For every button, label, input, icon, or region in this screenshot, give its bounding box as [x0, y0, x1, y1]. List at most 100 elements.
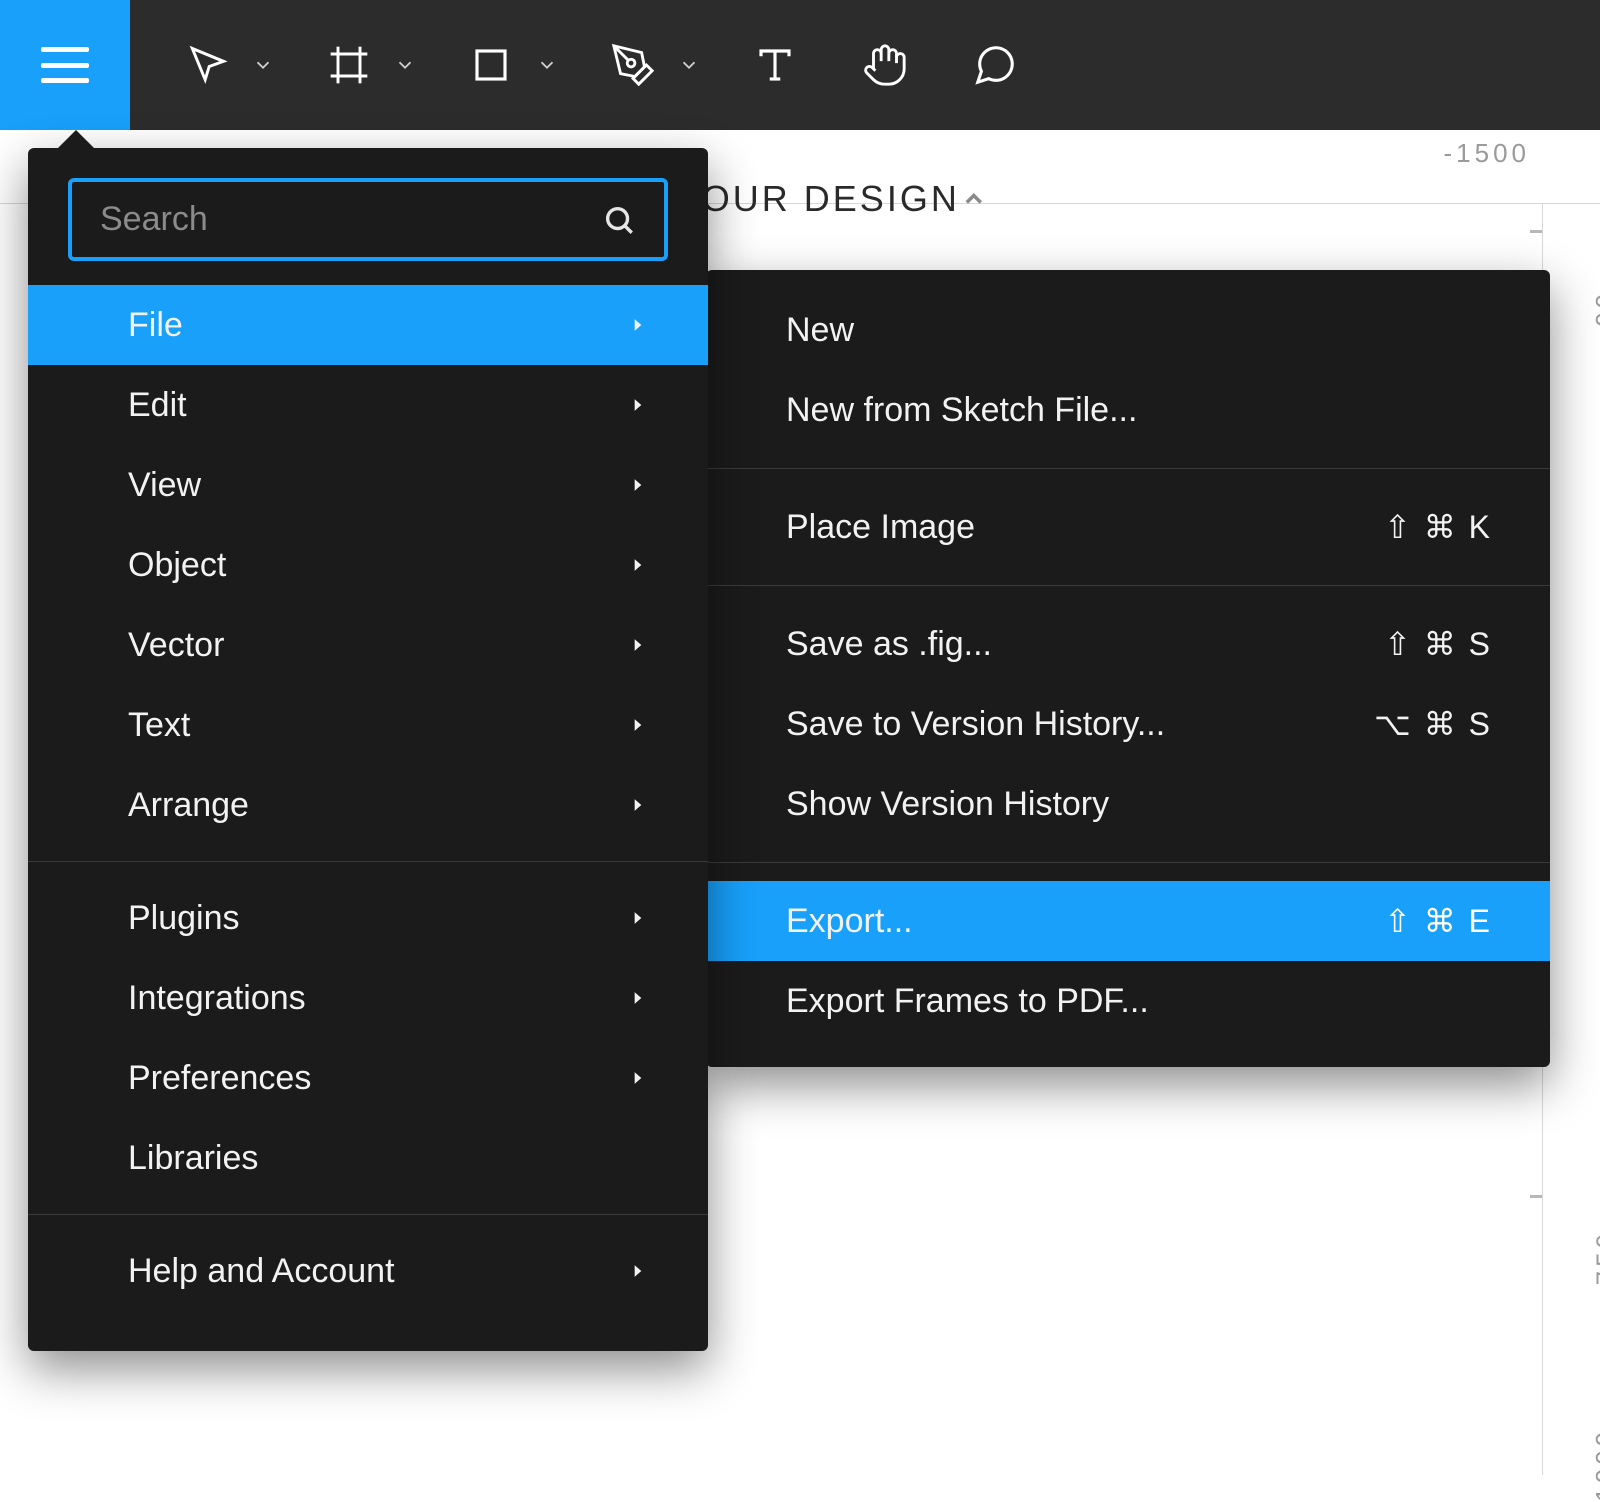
- menu-item-help[interactable]: Help and Account: [28, 1231, 708, 1311]
- text-tool-button[interactable]: [740, 30, 810, 100]
- submenu-separator: [706, 585, 1550, 586]
- chevron-right-icon: [628, 635, 648, 655]
- chevron-down-icon[interactable]: [536, 54, 558, 76]
- submenu-item-export[interactable]: Export... ⇧ ⌘ E: [706, 881, 1550, 961]
- move-tool-button[interactable]: [172, 30, 242, 100]
- submenu-item-label: Export Frames to PDF...: [786, 982, 1149, 1021]
- menu-item-libraries[interactable]: Libraries: [28, 1118, 708, 1198]
- chevron-right-icon: [628, 555, 648, 575]
- menu-item-file[interactable]: File: [28, 285, 708, 365]
- ruler-tick: [1530, 1195, 1542, 1198]
- chevron-down-icon[interactable]: [678, 54, 700, 76]
- shortcut: ⇧ ⌘ E: [1384, 902, 1492, 940]
- submenu-item-show-version-history[interactable]: Show Version History: [706, 764, 1550, 844]
- search-input[interactable]: [100, 200, 602, 239]
- menu-item-label: Help and Account: [128, 1252, 395, 1291]
- submenu-item-label: Export...: [786, 902, 913, 941]
- frame-icon: [327, 43, 371, 87]
- submenu-item-label: New from Sketch File...: [786, 391, 1137, 430]
- chevron-right-icon: [628, 1261, 648, 1281]
- menu-item-label: View: [128, 466, 201, 505]
- text-icon: [754, 44, 796, 86]
- tool-shape-group: [456, 30, 558, 100]
- menu-item-label: File: [128, 306, 183, 345]
- submenu-item-place-image[interactable]: Place Image ⇧ ⌘ K: [706, 487, 1550, 567]
- pen-tool-button[interactable]: [598, 30, 668, 100]
- tool-comment-group: [960, 30, 1030, 100]
- cursor-icon: [185, 43, 229, 87]
- submenu-item-label: Place Image: [786, 508, 975, 547]
- menu-item-preferences[interactable]: Preferences: [28, 1038, 708, 1118]
- submenu-item-label: Save to Version History...: [786, 705, 1165, 744]
- main-menu-button[interactable]: [0, 0, 130, 130]
- shortcut: ⇧ ⌘ S: [1384, 625, 1492, 663]
- toolbar: [0, 0, 1600, 130]
- menu-item-label: Text: [128, 706, 190, 745]
- tool-pen-group: [598, 30, 700, 100]
- menu-item-label: Libraries: [128, 1139, 258, 1178]
- ruler-right-value: 00: [1590, 290, 1600, 327]
- hand-icon: [862, 42, 908, 88]
- design-title[interactable]: YOUR DESIGN: [675, 178, 988, 220]
- frame-tool-button[interactable]: [314, 30, 384, 100]
- search-field[interactable]: [68, 178, 668, 261]
- submenu-item-new-from-sketch[interactable]: New from Sketch File...: [706, 370, 1550, 450]
- menu-item-label: Preferences: [128, 1059, 311, 1098]
- menu-item-text[interactable]: Text: [28, 685, 708, 765]
- shortcut: ⌥ ⌘ S: [1374, 705, 1492, 743]
- chevron-right-icon: [628, 315, 648, 335]
- hamburger-icon: [41, 47, 89, 83]
- search-icon: [602, 203, 636, 237]
- chevron-right-icon: [628, 395, 648, 415]
- menu-separator: [28, 1214, 708, 1215]
- submenu-item-label: Save as .fig...: [786, 625, 992, 664]
- file-submenu: New New from Sketch File... Place Image …: [706, 270, 1550, 1067]
- ruler-right-value: 1000: [1590, 1428, 1600, 1502]
- chevron-right-icon: [628, 475, 648, 495]
- shortcut: ⇧ ⌘ K: [1384, 508, 1492, 546]
- design-title-label: YOUR DESIGN: [675, 178, 960, 220]
- tool-move-group: [172, 30, 274, 100]
- menu-item-vector[interactable]: Vector: [28, 605, 708, 685]
- chevron-up-icon: [960, 185, 988, 213]
- pen-icon: [610, 42, 656, 88]
- menu-item-label: Object: [128, 546, 226, 585]
- chevron-right-icon: [628, 908, 648, 928]
- menu-item-label: Plugins: [128, 899, 240, 938]
- chevron-down-icon[interactable]: [252, 54, 274, 76]
- chevron-right-icon: [628, 988, 648, 1008]
- menu-item-label: Arrange: [128, 786, 249, 825]
- submenu-item-export-frames-pdf[interactable]: Export Frames to PDF...: [706, 961, 1550, 1041]
- menu-item-arrange[interactable]: Arrange: [28, 765, 708, 845]
- submenu-item-label: Show Version History: [786, 785, 1109, 824]
- chevron-right-icon: [628, 795, 648, 815]
- menu-item-view[interactable]: View: [28, 445, 708, 525]
- menu-pointer-icon: [56, 130, 96, 150]
- hand-tool-button[interactable]: [850, 30, 920, 100]
- menu-item-object[interactable]: Object: [28, 525, 708, 605]
- tool-text-group: [740, 30, 810, 100]
- submenu-item-save-version-history[interactable]: Save to Version History... ⌥ ⌘ S: [706, 684, 1550, 764]
- menu-separator: [28, 861, 708, 862]
- submenu-item-save-as-fig[interactable]: Save as .fig... ⇧ ⌘ S: [706, 604, 1550, 684]
- ruler-tick: [1530, 230, 1542, 233]
- comment-icon: [972, 42, 1018, 88]
- menu-item-label: Edit: [128, 386, 187, 425]
- ruler-top-value: -1500: [1444, 138, 1531, 169]
- comment-tool-button[interactable]: [960, 30, 1030, 100]
- chevron-right-icon: [628, 715, 648, 735]
- tool-frame-group: [314, 30, 416, 100]
- submenu-item-new[interactable]: New: [706, 290, 1550, 370]
- ruler-right-value: 750: [1590, 1230, 1600, 1285]
- menu-item-label: Integrations: [128, 979, 306, 1018]
- menu-item-plugins[interactable]: Plugins: [28, 878, 708, 958]
- tool-hand-group: [850, 30, 920, 100]
- square-icon: [470, 44, 512, 86]
- menu-item-label: Vector: [128, 626, 224, 665]
- chevron-right-icon: [628, 1068, 648, 1088]
- menu-item-edit[interactable]: Edit: [28, 365, 708, 445]
- rectangle-tool-button[interactable]: [456, 30, 526, 100]
- chevron-down-icon[interactable]: [394, 54, 416, 76]
- menu-item-integrations[interactable]: Integrations: [28, 958, 708, 1038]
- submenu-separator: [706, 468, 1550, 469]
